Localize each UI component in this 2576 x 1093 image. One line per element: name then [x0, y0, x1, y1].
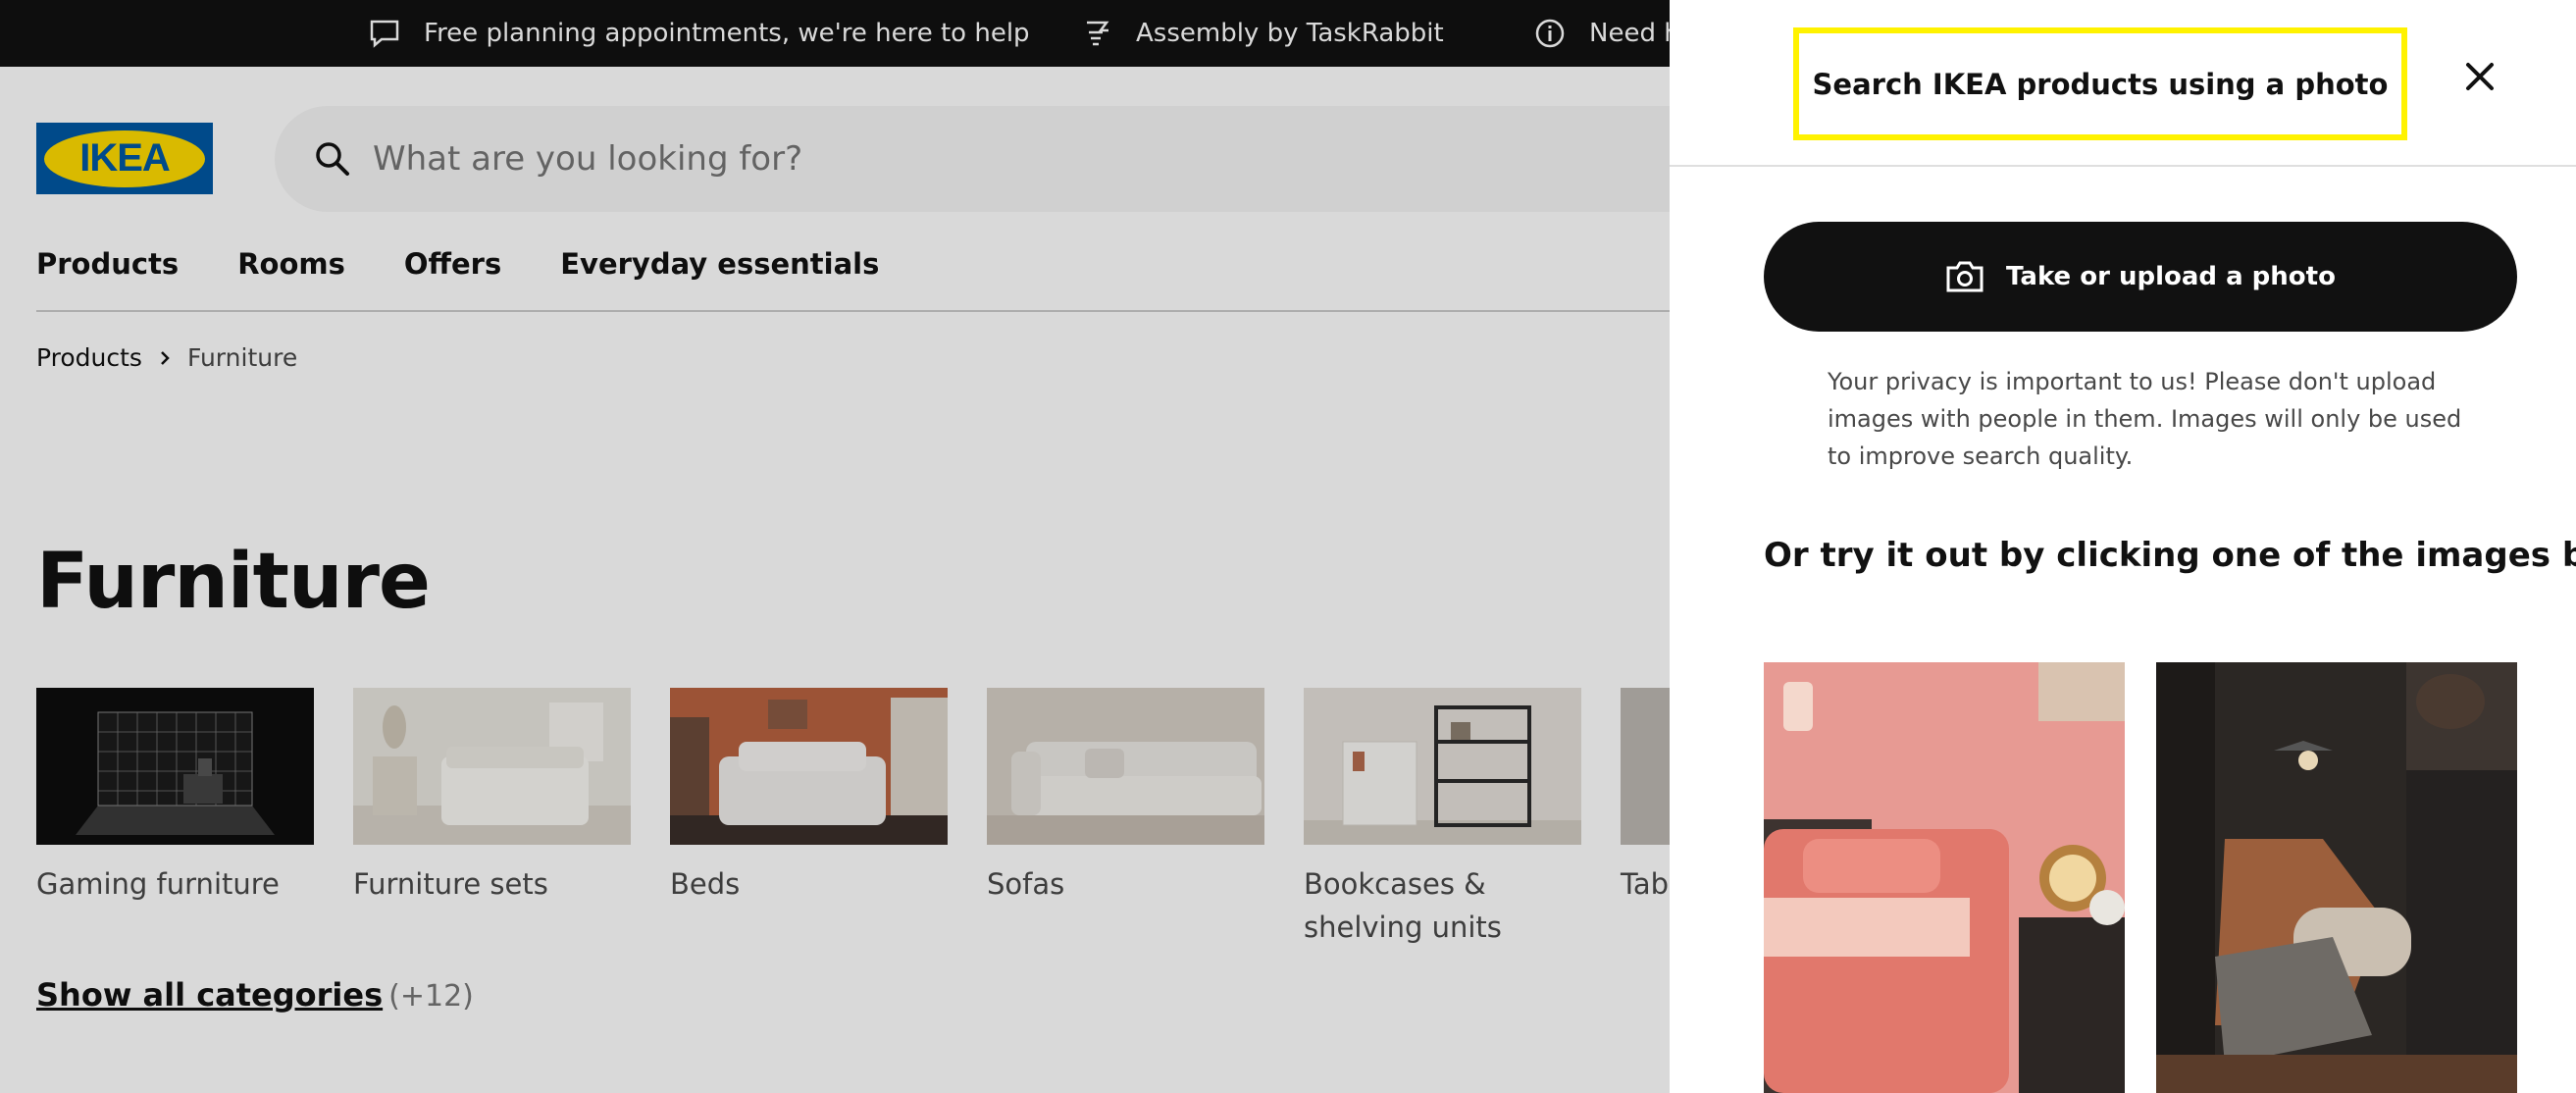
photo-search-panel: Search IKEA products using a photo Take …: [1670, 0, 2576, 1093]
bookcase-photo: [1304, 688, 1581, 845]
take-upload-photo-button[interactable]: Take or upload a photo: [1764, 222, 2517, 332]
ikea-logo[interactable]: IKEA: [36, 123, 213, 194]
gaming-room-illustration: [36, 688, 314, 845]
topbar-item-label: Assembly by TaskRabbit: [1136, 19, 1444, 48]
category-image-bookcases: [1304, 688, 1581, 845]
category-card-bookcases[interactable]: Bookcases & shelving units: [1304, 688, 1581, 949]
category-image-beds: [670, 688, 948, 845]
page-title: Furniture: [36, 538, 431, 626]
category-card-beds[interactable]: Beds: [670, 688, 948, 949]
category-card-tables[interactable]: Tables: [1621, 688, 1670, 949]
nav-divider: [36, 310, 1670, 312]
category-image-gaming: [36, 688, 314, 845]
category-label: Gaming furniture: [36, 867, 280, 901]
bedroom-set-photo: [353, 688, 631, 845]
panel-title: Search IKEA products using a photo: [1793, 27, 2407, 140]
topbar-item-label: Free planning appointments, we're here t…: [424, 19, 1030, 48]
bed-photo: [670, 688, 948, 845]
breadcrumb-current: Furniture: [186, 343, 298, 372]
category-card-sofas[interactable]: Sofas: [987, 688, 1264, 949]
upload-button-label: Take or upload a photo: [2006, 262, 2336, 291]
search-bar[interactable]: [275, 106, 1670, 212]
nav-item-everyday-essentials[interactable]: Everyday essentials: [560, 247, 879, 281]
category-label: Sofas: [987, 867, 1065, 901]
category-list: Gaming furniture Furniture sets Beds Sof…: [36, 688, 1670, 949]
sofa-photo: [987, 688, 1264, 845]
category-card-furniture-sets[interactable]: Furniture sets: [353, 688, 631, 949]
show-all-link[interactable]: Show all categories: [36, 976, 383, 1014]
category-image-furniture-sets: [353, 688, 631, 845]
chat-bubble-icon: [370, 20, 399, 48]
close-icon[interactable]: [2460, 57, 2499, 96]
category-card-gaming[interactable]: Gaming furniture: [36, 688, 314, 949]
info-icon: [1535, 19, 1565, 48]
top-info-bar: Free planning appointments, we're here t…: [0, 0, 1670, 67]
sample-image-dark-armchair[interactable]: [2156, 662, 2517, 1093]
category-label: Tables: [1621, 867, 1670, 901]
category-label: Furniture sets: [353, 867, 548, 901]
category-label: Bookcases & shelving units: [1304, 867, 1502, 944]
topbar-item-label: Need help?: [1589, 19, 1670, 48]
main-nav: Products Rooms Offers Everyday essential…: [36, 247, 879, 281]
armchair-photo: [2156, 662, 2517, 1093]
chevron-right-icon: [161, 350, 170, 365]
assembly-icon: [1087, 21, 1109, 46]
logo-oval: IKEA: [44, 130, 205, 187]
show-all-categories[interactable]: Show all categories (+12): [36, 976, 474, 1014]
category-image-sofas: [987, 688, 1264, 845]
privacy-notice: Your privacy is important to us! Please …: [1828, 368, 2462, 470]
category-label: Beds: [670, 867, 741, 901]
main-page: Free planning appointments, we're here t…: [0, 0, 1670, 1093]
sample-image-pink-bedroom[interactable]: [1764, 662, 2125, 1093]
try-it-heading: Or try it out by clicking one of the ima…: [1764, 536, 2576, 575]
topbar-item-assembly[interactable]: Assembly by TaskRabbit: [1083, 0, 1444, 67]
camera-icon: [1946, 261, 1984, 292]
category-image-tables: [1621, 688, 1670, 845]
topbar-item-planning[interactable]: Free planning appointments, we're here t…: [369, 0, 1030, 67]
nav-item-offers[interactable]: Offers: [404, 247, 501, 281]
nav-item-products[interactable]: Products: [36, 247, 179, 281]
breadcrumb-link-products[interactable]: Products: [36, 343, 142, 372]
show-all-count: (+12): [388, 979, 474, 1014]
breadcrumb: Products Furniture: [36, 343, 297, 372]
pink-bedroom-photo: [1764, 662, 2125, 1093]
nav-item-rooms[interactable]: Rooms: [237, 247, 345, 281]
search-icon: [316, 142, 349, 176]
topbar-item-help[interactable]: Need help?: [1534, 0, 1670, 67]
search-input[interactable]: [373, 130, 1550, 188]
panel-header: Search IKEA products using a photo: [1670, 0, 2576, 167]
